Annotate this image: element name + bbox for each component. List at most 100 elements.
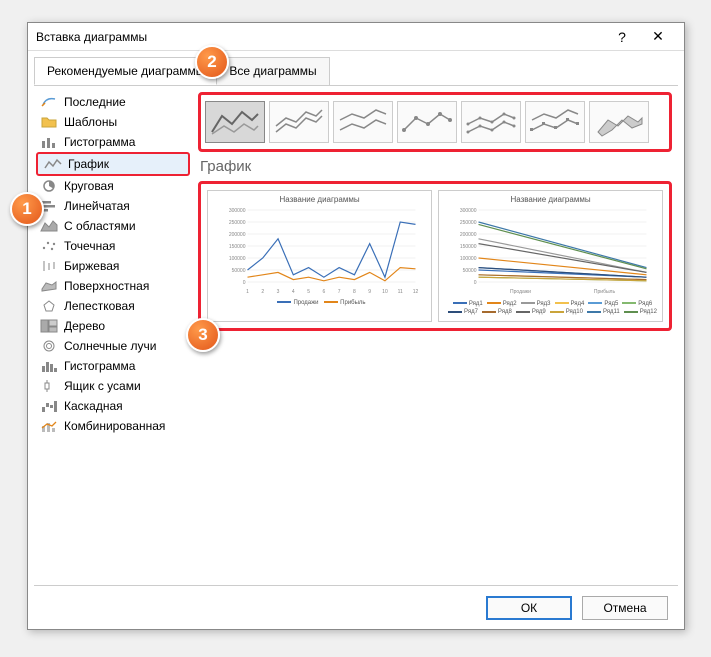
svg-text:0: 0 [243,280,246,286]
waterfall-icon [40,399,58,413]
sidebar-item-label: Последние [64,95,126,109]
sidebar-item-pie[interactable]: Круговая [34,176,192,196]
legend-item: Продажи [293,300,318,306]
legend-item: Ряд10 [566,309,583,315]
preview-2-chart: 050000100000150000200000250000300000Прод… [443,206,658,296]
titlebar: Вставка диаграммы ? ✕ [28,23,684,51]
sidebar-item-surface[interactable]: Поверхностная [34,276,192,296]
preview-2[interactable]: Название диаграммы 050000100000150000200… [438,190,663,322]
sidebar-item-label: Точечная [64,239,115,253]
subtype-100-stacked-line[interactable] [333,101,393,143]
svg-text:4: 4 [292,289,295,295]
tab-all-charts[interactable]: Все диаграммы [216,57,329,85]
preview-2-title: Название диаграммы [443,195,658,204]
svg-text:12: 12 [413,289,419,295]
chart-previews: Название диаграммы 050000100000150000200… [198,181,672,331]
line-subtypes [198,92,672,152]
svg-text:300000: 300000 [460,208,477,214]
scatter-icon [40,239,58,253]
svg-text:Продажи: Продажи [510,289,531,295]
callout-2: 2 [195,45,229,79]
radar-icon [40,299,58,313]
insert-chart-dialog: Вставка диаграммы ? ✕ Рекомендуемые диаг… [27,22,685,630]
sidebar-item-line[interactable]: График [36,152,190,176]
bar-icon [40,135,58,149]
preview-1[interactable]: Название диаграммы 050000100000150000200… [207,190,432,322]
legend-item: Прибыль [340,300,365,306]
legend-item: Ряд12 [640,309,657,315]
sidebar-item-label: Гистограмма [64,135,135,149]
sidebar-item-waterfall[interactable]: Каскадная [34,396,192,416]
svg-text:11: 11 [398,289,403,295]
svg-text:250000: 250000 [460,220,477,226]
svg-text:8: 8 [353,289,356,295]
svg-text:50000: 50000 [232,268,246,274]
sidebar-item-label: С областями [64,219,136,233]
svg-text:50000: 50000 [463,268,477,274]
dialog-buttons: ОК Отмена [34,585,678,629]
stock-icon [40,259,58,273]
subtype-line-markers[interactable] [397,101,457,143]
sidebar-item-combo[interactable]: Комбинированная [34,416,192,436]
svg-text:1: 1 [246,289,249,295]
histogram-icon [40,359,58,373]
sidebar-item-stock[interactable]: Биржевая [34,256,192,276]
sunburst-icon [40,339,58,353]
recent-icon [40,95,58,109]
sidebar-item-sunburst[interactable]: Солнечные лучи [34,336,192,356]
templates-icon [40,115,58,129]
svg-text:150000: 150000 [460,244,477,250]
svg-text:250000: 250000 [229,220,246,226]
legend-item: Ряд9 [532,309,546,315]
main-panel: График Название диаграммы 05000010000015… [192,86,678,585]
legend-item: Ряд4 [571,301,585,307]
legend-item: Ряд7 [464,309,478,315]
subtype-stacked-line-markers[interactable] [461,101,521,143]
sidebar-item-label: Ящик с усами [64,379,141,393]
subtype-line[interactable] [205,101,265,143]
sidebar-item-label: Лепестковая [64,299,135,313]
dialog-title: Вставка диаграммы [36,30,604,44]
sidebar-item-histogram[interactable]: Гистограмма [34,356,192,376]
legend-item: Ряд8 [498,309,512,315]
sidebar-item-label: Гистограмма [64,359,135,373]
tabs: Рекомендуемые диаграммы Все диаграммы 2 [34,57,678,85]
sidebar-item-column[interactable]: Гистограмма [34,132,192,152]
svg-text:300000: 300000 [229,208,246,214]
sidebar-item-recent[interactable]: Последние [34,92,192,112]
callout-3: 3 [186,318,220,352]
sidebar-item-templates[interactable]: Шаблоны [34,112,192,132]
sidebar-item-bar[interactable]: Линейчатая [34,196,192,216]
close-button[interactable]: ✕ [640,28,676,45]
preview-1-chart: 0500001000001500002000002500003000001234… [212,206,427,296]
svg-text:200000: 200000 [460,232,477,238]
sidebar-item-label: Поверхностная [64,279,149,293]
subtype-100-stacked-line-markers[interactable] [525,101,585,143]
cancel-button[interactable]: Отмена [582,596,668,620]
svg-text:0: 0 [474,280,477,286]
sidebar-item-radar[interactable]: Лепестковая [34,296,192,316]
sidebar-item-label: Каскадная [64,399,123,413]
legend-item: Ряд5 [604,301,618,307]
callout-1: 1 [10,192,44,226]
area-icon [40,219,58,233]
subtype-3d-line[interactable] [589,101,649,143]
svg-text:2: 2 [261,289,264,295]
preview-2-legend: Ряд1Ряд2Ряд3Ряд4Ряд5Ряд6Ряд7Ряд8Ряд9Ряд1… [443,300,658,317]
sidebar-item-boxplot[interactable]: Ящик с усами [34,376,192,396]
subtype-heading: График [200,158,672,175]
legend-item: Ряд11 [603,309,620,315]
help-button[interactable]: ? [604,29,640,45]
sidebar-item-label: Круговая [64,179,114,193]
line-icon [44,157,62,171]
sidebar-item-scatter[interactable]: Точечная [34,236,192,256]
sidebar-item-area[interactable]: С областями [34,216,192,236]
svg-text:10: 10 [382,289,388,295]
dialog-body: Последние Шаблоны Гистограмма График Кру… [34,85,678,585]
subtype-stacked-line[interactable] [269,101,329,143]
sidebar-item-treemap[interactable]: Дерево [34,316,192,336]
legend-item: Ряд3 [537,301,551,307]
ok-button[interactable]: ОК [486,596,572,620]
sidebar-item-label: Дерево [64,319,105,333]
tab-recommended[interactable]: Рекомендуемые диаграммы [34,57,217,85]
